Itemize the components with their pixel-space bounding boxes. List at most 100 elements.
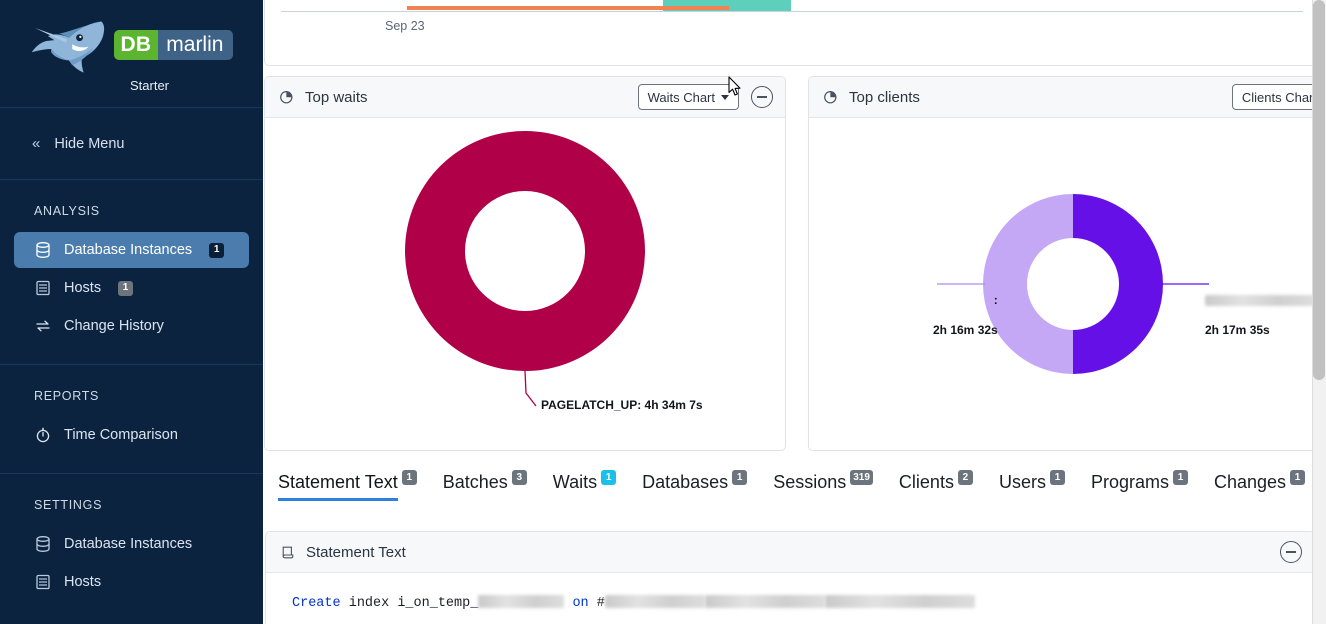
sidebar-item-badge: 1 [118, 280, 134, 296]
tab-clients[interactable]: Clients 2 [886, 468, 986, 502]
activity-timeline-panel: Sep 23 [264, 0, 1317, 66]
tab-waits[interactable]: Waits 1 [540, 468, 629, 502]
hide-menu-label: Hide Menu [54, 135, 125, 152]
top-waits-donut-chart [405, 131, 645, 407]
top-waits-chart-body: PAGELATCH_UP: 4h 34m 7s [265, 118, 785, 450]
tab-label: Users [998, 472, 1046, 492]
brand-header: DB marlin Starter [0, 0, 263, 108]
logo-marlin-text: marlin [158, 29, 234, 60]
database-icon [36, 242, 50, 258]
double-chevron-left-icon: « [32, 135, 41, 152]
donut-label-client-right-value: 2h 17m 35s [1205, 323, 1270, 337]
sql-redacted-table [604, 595, 705, 608]
dbmarlin-logo: DB marlin [113, 29, 234, 60]
sql-hash-prefix: # [596, 596, 605, 611]
timeline-bar-orange-overlay [663, 6, 729, 10]
donut-hole [465, 191, 585, 311]
logo-db-text: DB [113, 29, 159, 60]
edition-label: Starter [129, 77, 169, 93]
tab-statement-text[interactable]: Statement Text 1 [265, 468, 430, 502]
tab-badge: 319 [850, 470, 873, 485]
sql-redacted-tail [824, 595, 975, 608]
server-icon [36, 574, 50, 590]
top-waits-minimize-button[interactable] [751, 86, 773, 108]
sidebar-item-change-history[interactable]: Change History [14, 308, 249, 344]
tab-batches[interactable]: Batches 3 [430, 468, 540, 502]
sidebar-item-label: Database Instances [64, 536, 193, 552]
server-icon [36, 280, 50, 296]
sql-keyword-create: Create [292, 596, 341, 611]
donut-label-client-left-value: 2h 16m 32s [933, 323, 998, 337]
timeline-axis [281, 11, 1303, 12]
nav-section-analysis: ANALYSIS Database Instances 1 Hosts 1 Ch… [0, 180, 263, 365]
application-window: DB marlin Starter « Hide Menu ANALYSIS D… [0, 0, 1326, 624]
sql-statement: Create index i_on_temp_ on # [292, 595, 1314, 611]
sql-keyword-on: on [572, 596, 597, 611]
tab-badge: 1 [1173, 470, 1188, 485]
sidebar-item-label: Change History [64, 318, 164, 334]
tab-sessions[interactable]: Sessions 319 [760, 468, 886, 502]
donut-hole [1027, 238, 1119, 330]
tab-label: Batches [442, 472, 508, 492]
tab-label: Databases [642, 472, 729, 492]
marlin-fish-logo [31, 20, 104, 73]
tab-users[interactable]: Users 1 [986, 468, 1078, 502]
statement-text-body: Create index i_on_temp_ on # [266, 573, 1314, 611]
tab-label: Statement Text [278, 468, 398, 501]
tab-programs[interactable]: Programs 1 [1078, 468, 1201, 502]
statement-text-panel: Statement Text Create index i_on_temp_ o… [265, 531, 1315, 624]
statement-text-minimize-button[interactable] [1280, 541, 1302, 563]
nav-section-settings: SETTINGS Database Instances Hosts [0, 474, 263, 620]
sql-redacted-columns [704, 595, 825, 608]
brand-row: DB marlin [30, 15, 234, 75]
pie-chart-icon [824, 90, 837, 104]
tab-label: Clients [898, 472, 954, 492]
sql-redacted-index-suffix [478, 595, 565, 608]
tab-badge: 2 [957, 470, 973, 485]
waits-chart-dropdown-label: Waits Chart [647, 89, 715, 105]
sidebar-item-settings-database-instances[interactable]: Database Instances [14, 526, 249, 562]
donut-label-client-left: : 2h 16m 32s [933, 278, 998, 353]
clients-chart-dropdown-label: Clients Chart [1241, 89, 1317, 105]
sidebar-item-badge: 1 [209, 242, 225, 258]
exchange-arrows-icon [36, 320, 50, 332]
detail-tabs: Statement Text 1 Batches 3 Waits 1 Datab… [265, 468, 1325, 512]
stopwatch-icon [36, 427, 50, 443]
sidebar-item-database-instances[interactable]: Database Instances 1 [14, 232, 249, 268]
timeline-bar-orange [407, 6, 663, 10]
pie-chart-icon [280, 90, 293, 104]
donut-label-client-left-name: : [993, 293, 998, 307]
nav-section-reports: REPORTS Time Comparison [0, 365, 263, 474]
sidebar-item-settings-hosts[interactable]: Hosts [14, 564, 249, 600]
hide-menu-button[interactable]: « Hide Menu [0, 108, 263, 180]
tab-badge: 1 [1049, 470, 1065, 485]
top-waits-panel-header: Top waits Waits Chart [265, 77, 785, 118]
page-scrollbar[interactable] [1312, 0, 1326, 624]
waits-chart-dropdown[interactable]: Waits Chart [637, 84, 739, 110]
sidebar-item-label: Time Comparison [64, 427, 178, 443]
timeline-tick-label: Sep 23 [385, 19, 425, 33]
tab-badge: 1 [601, 470, 617, 485]
tab-databases[interactable]: Databases 1 [629, 468, 760, 502]
statement-text-panel-header: Statement Text [266, 532, 1314, 573]
nav-section-title-settings: SETTINGS [34, 498, 103, 512]
tab-badge: 1 [401, 470, 417, 485]
tab-badge: 1 [1290, 470, 1306, 485]
sidebar-item-time-comparison[interactable]: Time Comparison [14, 417, 249, 453]
nav-section-title-analysis: ANALYSIS [34, 204, 100, 218]
tab-label: Programs [1090, 472, 1169, 492]
tab-label: Sessions [773, 472, 847, 492]
sidebar-item-label: Database Instances [64, 242, 193, 258]
charts-row: Top waits Waits Chart PAGELATCH_UP: 4h 3… [264, 76, 1326, 451]
tab-badge: 3 [511, 470, 527, 485]
sidebar-item-hosts[interactable]: Hosts 1 [14, 270, 249, 306]
main-content: Sep 23 Top waits Waits Chart PAGELATCH_U… [263, 0, 1326, 624]
sidebar-item-label: Hosts [64, 280, 102, 296]
top-clients-panel-header: Top clients Clients Chart [809, 77, 1326, 118]
nav-section-title-reports: REPORTS [34, 389, 100, 403]
page-scrollbar-thumb[interactable] [1313, 0, 1325, 380]
donut-label-client-right: 2h 17m 35s [1205, 278, 1315, 353]
top-waits-title: Top waits [305, 88, 368, 106]
tab-changes[interactable]: Changes 1 [1201, 468, 1318, 502]
donut-label-client-right-name [1205, 293, 1315, 308]
